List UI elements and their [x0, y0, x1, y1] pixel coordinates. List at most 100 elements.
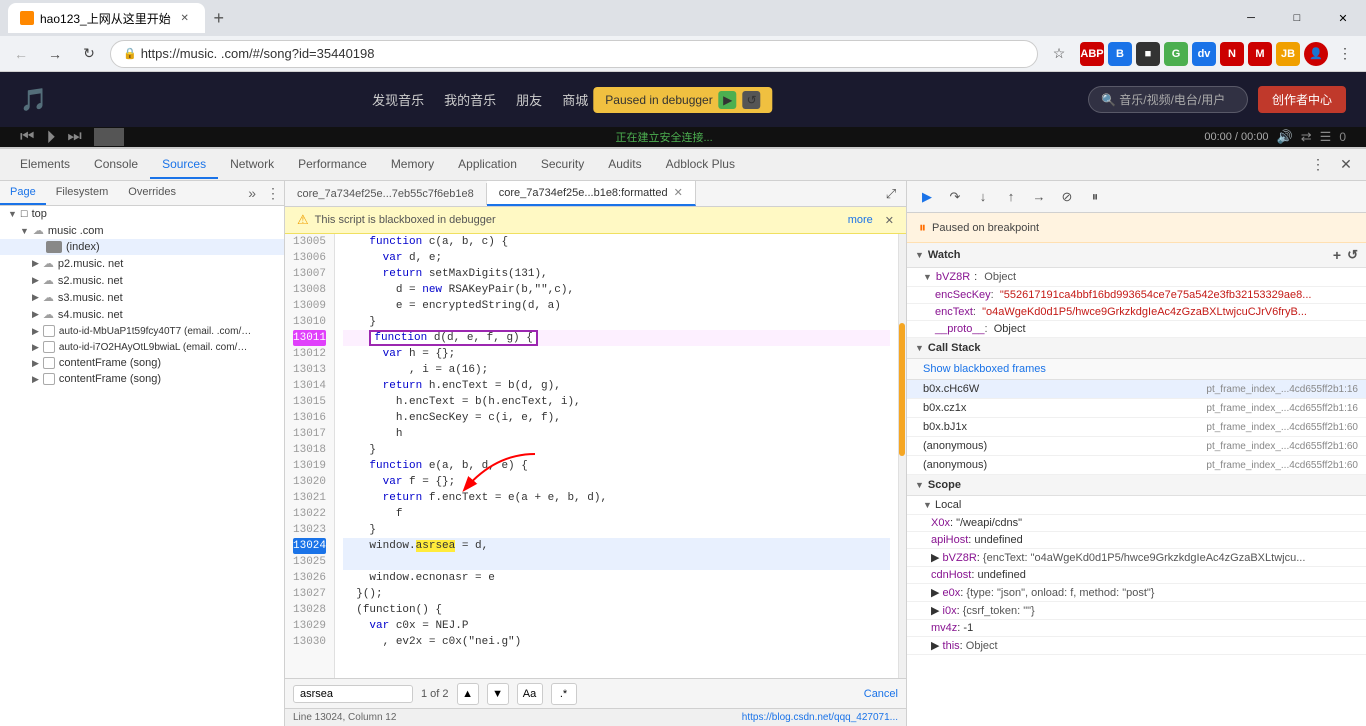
player-vol[interactable]: 🔊	[1277, 129, 1293, 145]
back-button[interactable]: ←	[8, 41, 34, 67]
search-regex-btn[interactable]: .*	[551, 683, 577, 705]
link-bottom[interactable]: https://blog.csdn.net/qqq_427071...	[742, 712, 898, 723]
active-tab[interactable]: hao123_上网从这里开始 ✕	[8, 3, 205, 33]
watch-section-header[interactable]: ▼ Watch + ↺	[907, 243, 1366, 268]
menu-button[interactable]: ⋮	[1332, 41, 1358, 67]
rt-pause-btn[interactable]: ▶	[915, 185, 939, 209]
watch-add-btn[interactable]: + ↺	[1333, 247, 1358, 263]
debugger-resume-btn[interactable]: ▶	[719, 91, 737, 109]
tree-item-content2[interactable]: ▶ contentFrame (song)	[0, 371, 284, 387]
source-tab-2-close[interactable]: ✕	[674, 186, 683, 199]
forward-button[interactable]: →	[42, 41, 68, 67]
tab-network[interactable]: Network	[218, 151, 286, 179]
left-panel-more-btn[interactable]: » ⋮	[242, 181, 284, 205]
ext-r[interactable]: ■	[1136, 42, 1160, 66]
ext-b[interactable]: B	[1108, 42, 1132, 66]
close-button[interactable]: ✕	[1320, 0, 1366, 36]
callstack-section-header[interactable]: ▼ Call Stack	[907, 338, 1366, 359]
tree-item-auto1[interactable]: ▶ auto-id-MbUaP1t59fcy40T7 (email. .com/…	[0, 323, 284, 339]
reload-button[interactable]: ↻	[76, 41, 102, 67]
tab-performance[interactable]: Performance	[286, 151, 379, 179]
sk-bvz8r-expand[interactable]: ▶	[931, 552, 939, 564]
play-btn[interactable]: ⏵	[46, 127, 55, 148]
watch-add-icon[interactable]: +	[1333, 247, 1341, 263]
player-shuffle[interactable]: ⇄	[1301, 129, 1312, 145]
search-prev-btn[interactable]: ▲	[457, 683, 479, 705]
tab-security[interactable]: Security	[529, 151, 596, 179]
minimize-button[interactable]: ─	[1228, 0, 1274, 36]
warning-more-link[interactable]: more	[848, 214, 873, 226]
show-blackboxed-btn[interactable]: Show blackboxed frames	[907, 359, 1366, 380]
search-cancel-btn[interactable]: Cancel	[864, 688, 898, 700]
source-expand-btn[interactable]: ⤢	[880, 183, 902, 205]
left-tab-overrides[interactable]: Overrides	[118, 181, 186, 205]
search-next-btn[interactable]: ▼	[487, 683, 509, 705]
new-tab-button[interactable]: +	[205, 4, 233, 32]
tab-elements[interactable]: Elements	[8, 151, 82, 179]
cs-item-2[interactable]: b0x.cz1x pt_frame_index_...4cd655ff2b1:1…	[907, 399, 1366, 418]
source-tab-2[interactable]: core_7a734ef25e...b1e8:formatted ✕	[487, 181, 696, 206]
site-search-box[interactable]: 🔍 音乐/视频/电台/用户	[1088, 86, 1248, 113]
source-tab-1[interactable]: core_7a734ef25e...7eb55c7f6eb1e8	[285, 183, 487, 205]
prev-btn[interactable]: ⏮	[20, 128, 34, 146]
rt-stepinto-btn[interactable]: ↓	[971, 185, 995, 209]
ext-jb[interactable]: JB	[1276, 42, 1300, 66]
scope-local-header[interactable]: ▼ Local	[907, 496, 1366, 515]
tab-console[interactable]: Console	[82, 151, 150, 179]
rt-pause-exceptions-btn[interactable]: ⏸	[1083, 185, 1107, 209]
devtools-settings-btn[interactable]: ⋮	[1306, 153, 1330, 177]
nav-mymusic[interactable]: 我的音乐	[444, 90, 496, 109]
nav-friends[interactable]: 朋友	[516, 90, 542, 109]
watch-expand-bvz8r[interactable]: ▼ bVZ8R: Object	[923, 271, 1358, 283]
tree-item-top[interactable]: ▼ □ top	[0, 206, 284, 222]
ext-m[interactable]: M	[1248, 42, 1272, 66]
ext-n[interactable]: N	[1220, 42, 1244, 66]
search-input[interactable]	[293, 685, 413, 703]
tree-item-music-com[interactable]: ▼ ☁ music .com	[0, 222, 284, 239]
watch-refresh-icon[interactable]: ↺	[1347, 247, 1358, 263]
tree-item-s4[interactable]: ▶ ☁ s4.music. net	[0, 306, 284, 323]
player-list[interactable]: ☰	[1320, 129, 1332, 145]
nav-discover[interactable]: 发现音乐	[372, 90, 424, 109]
tab-sources[interactable]: Sources	[150, 151, 218, 179]
devtools-close-btn[interactable]: ✕	[1334, 153, 1358, 177]
bookmark-button[interactable]: ☆	[1046, 41, 1072, 67]
rt-stepout-btn[interactable]: ↑	[999, 185, 1023, 209]
next-btn[interactable]: ⏭	[67, 128, 81, 146]
tab-application[interactable]: Application	[446, 151, 529, 179]
rt-stepover-btn[interactable]: ↷	[943, 185, 967, 209]
tree-item-p2[interactable]: ▶ ☁ p2.music. net	[0, 255, 284, 272]
tab-adblock[interactable]: Adblock Plus	[654, 151, 747, 179]
rt-step-btn[interactable]: →	[1027, 185, 1051, 209]
tree-item-s3[interactable]: ▶ ☁ s3.music. net	[0, 289, 284, 306]
sk-this-expand[interactable]: ▶	[931, 640, 939, 652]
left-tab-page[interactable]: Page	[0, 181, 46, 205]
ext-g[interactable]: G	[1164, 42, 1188, 66]
ext-abp[interactable]: ABP	[1080, 42, 1104, 66]
tree-item-content1[interactable]: ▶ contentFrame (song)	[0, 355, 284, 371]
debugger-step-btn[interactable]: ↺	[743, 91, 761, 109]
ext-dv[interactable]: dv	[1192, 42, 1216, 66]
sk-e0x-expand[interactable]: ▶	[931, 587, 939, 599]
tab-audits[interactable]: Audits	[596, 151, 653, 179]
left-tab-filesystem[interactable]: Filesystem	[46, 181, 119, 205]
scope-section-header[interactable]: ▼ Scope	[907, 475, 1366, 496]
cs-item-1[interactable]: b0x.cHc6W pt_frame_index_...4cd655ff2b1:…	[907, 380, 1366, 399]
tab-close-button[interactable]: ✕	[177, 10, 193, 26]
cs-item-4[interactable]: (anonymous) pt_frame_index_...4cd655ff2b…	[907, 437, 1366, 456]
ext-user[interactable]: 👤	[1304, 42, 1328, 66]
cs-item-3[interactable]: b0x.bJ1x pt_frame_index_...4cd655ff2b1:6…	[907, 418, 1366, 437]
code-lines[interactable]: function c(a, b, c) { var d, e; return s…	[335, 234, 898, 678]
sk-i0x-expand[interactable]: ▶	[931, 605, 939, 617]
warning-close-btn[interactable]: ✕	[885, 214, 894, 227]
tree-item-s2[interactable]: ▶ ☁ s2.music. net	[0, 272, 284, 289]
nav-shop[interactable]: 商城	[562, 90, 588, 109]
tab-memory[interactable]: Memory	[379, 151, 446, 179]
create-center-btn[interactable]: 创作者中心	[1258, 86, 1346, 113]
code-scrollbar[interactable]	[898, 234, 906, 678]
search-case-btn[interactable]: Aa	[517, 683, 543, 705]
tree-item-index[interactable]: (index)	[0, 239, 284, 255]
rt-deactivate-btn[interactable]: ⊘	[1055, 185, 1079, 209]
url-box[interactable]: 🔒 https://music. .com/#/song?id=35440198	[110, 40, 1038, 68]
maximize-button[interactable]: □	[1274, 0, 1320, 36]
